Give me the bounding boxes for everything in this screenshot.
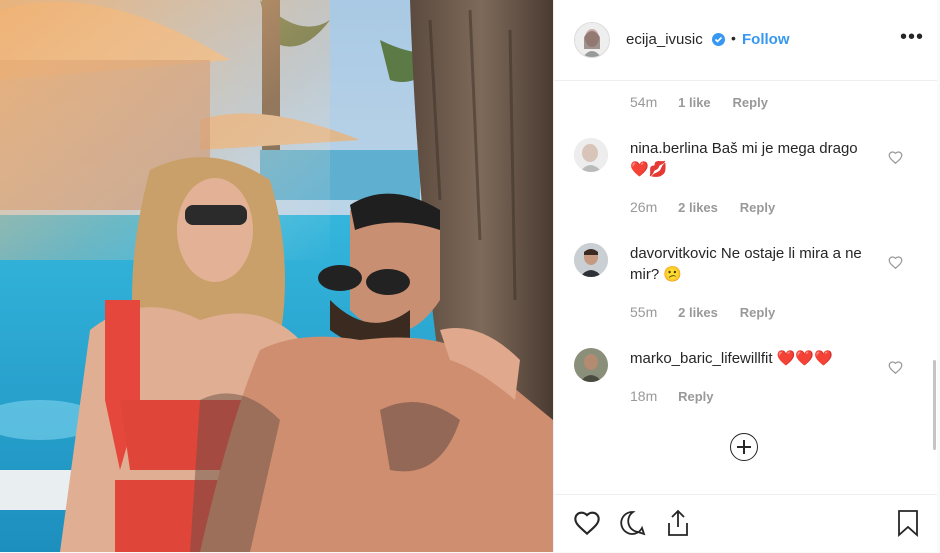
comment-likes[interactable]: 2 likes (678, 200, 718, 215)
comment-meta: 55m 2 likes Reply (630, 304, 775, 320)
commenter-username[interactable]: marko_baric_lifewillfit (630, 350, 773, 367)
comment-body: ❤️❤️❤️ (776, 350, 833, 367)
commenter-avatar[interactable] (574, 243, 608, 277)
commenter-avatar-image (574, 243, 608, 277)
separator-dot: • (731, 30, 736, 46)
comment-meta: 18m Reply (630, 388, 714, 404)
commenter-avatar[interactable] (574, 138, 608, 172)
post-actions-bar (554, 494, 938, 553)
comment-time[interactable]: 54m (630, 94, 657, 110)
post-photo[interactable] (0, 0, 553, 552)
post-header: ecija_ivusic • Follow ••• (554, 0, 938, 81)
scrollbar-thumb[interactable] (933, 360, 936, 450)
comment-text: marko_baric_lifewillfit ❤️❤️❤️ (630, 348, 890, 369)
like-comment-heart-icon[interactable] (888, 255, 903, 269)
share-icon[interactable] (665, 509, 691, 537)
reply-button[interactable]: Reply (733, 95, 768, 110)
reply-button[interactable]: Reply (740, 305, 775, 320)
comments-panel: ecija_ivusic • Follow ••• 54m 1 like Rep… (553, 0, 939, 552)
like-comment-heart-icon[interactable] (888, 150, 903, 164)
reply-button[interactable]: Reply (740, 200, 775, 215)
more-options-icon[interactable]: ••• (900, 26, 924, 49)
comment-meta: 26m 2 likes Reply (630, 199, 775, 215)
bookmark-icon[interactable] (896, 509, 920, 537)
comment-item: davorvitkovic Ne ostaje li mira a ne mir… (574, 243, 914, 333)
commenter-username[interactable]: nina.berlina (630, 140, 708, 157)
post-image (0, 0, 553, 552)
reply-button[interactable]: Reply (678, 389, 713, 404)
comment-text: davorvitkovic Ne ostaje li mira a ne mir… (630, 243, 870, 285)
follow-button[interactable]: Follow (742, 31, 790, 48)
author-avatar[interactable] (574, 22, 610, 58)
heart-icon[interactable] (573, 509, 601, 535)
comment-item: marko_baric_lifewillfit ❤️❤️❤️ 18m Reply (574, 348, 914, 418)
comment-item: nina.berlina Baš mi je mega drago ❤️💋 26… (574, 138, 914, 228)
commenter-username[interactable]: davorvitkovic (630, 245, 717, 262)
comment-text: nina.berlina Baš mi je mega drago ❤️💋 (630, 138, 870, 180)
comment-likes[interactable]: 2 likes (678, 305, 718, 320)
commenter-avatar[interactable] (574, 348, 608, 382)
load-more-comments-plus-circle-icon[interactable] (730, 433, 758, 461)
author-username[interactable]: ecija_ivusic (626, 31, 703, 48)
comment-time[interactable]: 26m (630, 199, 657, 215)
comment-meta: 54m 1 like Reply (630, 94, 768, 110)
comment-likes[interactable]: 1 like (678, 95, 711, 110)
commenter-avatar-image (574, 348, 608, 382)
verified-badge-icon (712, 33, 725, 46)
comment-time[interactable]: 18m (630, 388, 657, 404)
comment-icon[interactable] (619, 509, 647, 537)
commenter-avatar-image (574, 138, 608, 172)
like-comment-heart-icon[interactable] (888, 360, 903, 374)
comment-time[interactable]: 55m (630, 304, 657, 320)
author-avatar-image (575, 23, 609, 57)
